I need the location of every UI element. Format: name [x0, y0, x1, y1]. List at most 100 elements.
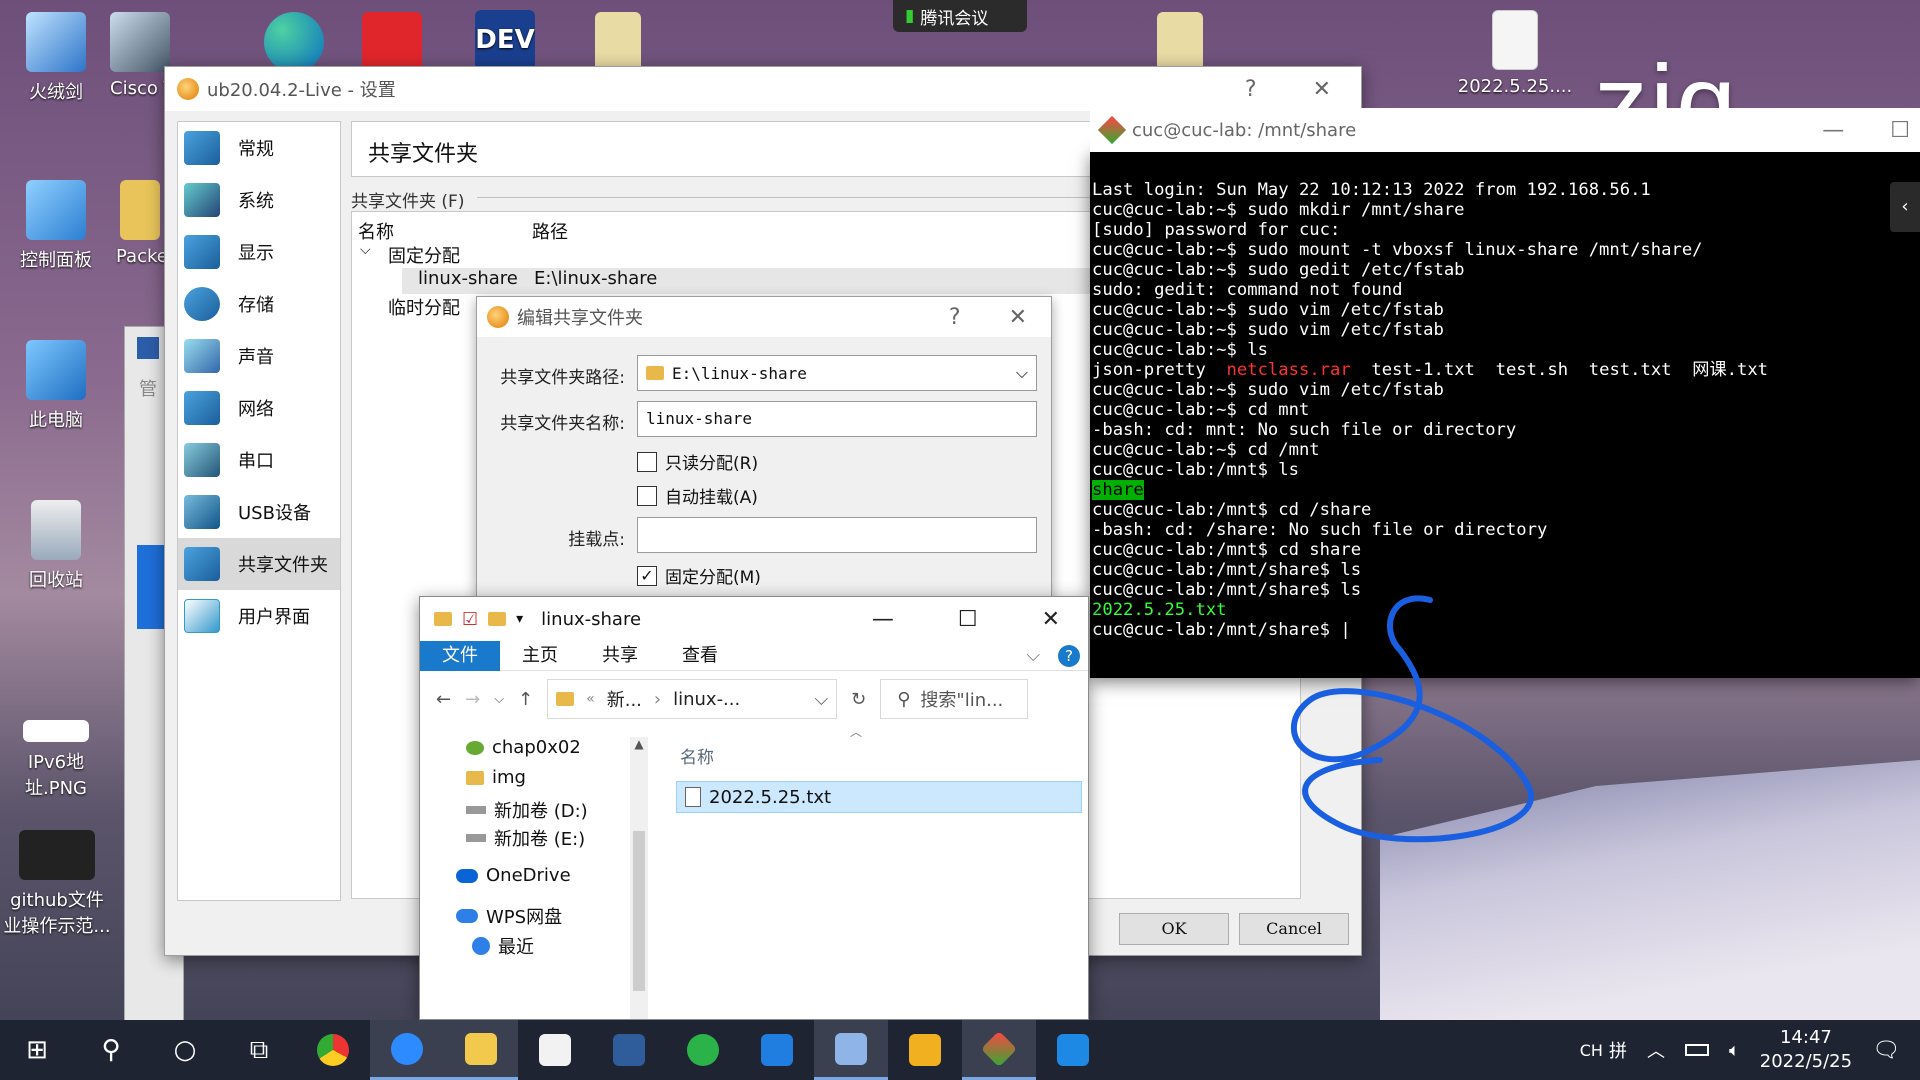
desktop-icon-recycle-bin[interactable]: 回收站 — [6, 500, 106, 592]
file-list[interactable]: 名称 ︿ 2022.5.25.txt — [660, 725, 1088, 1019]
tab-home[interactable]: 主页 — [500, 641, 580, 671]
automount-checkbox[interactable]: 自动挂载(A) — [637, 483, 758, 508]
ok-button[interactable]: OK — [1119, 913, 1229, 945]
nav-system[interactable]: 系统 — [178, 174, 340, 226]
properties-check-icon[interactable]: ☑ — [462, 609, 478, 630]
desktop-icon-this-pc[interactable]: 此电脑 — [6, 340, 106, 432]
nav-item-recent[interactable]: 最近 — [472, 933, 534, 959]
up-arrow-icon[interactable]: ↑ — [518, 689, 533, 710]
taskbar-vscode[interactable] — [1036, 1020, 1110, 1080]
desktop-icon-packet[interactable]: Packe — [116, 180, 164, 267]
nav-user-interface[interactable]: 用户界面 — [178, 590, 340, 642]
nav-item-chap0x02[interactable]: chap0x02 — [466, 737, 581, 758]
terminal-side-toggle[interactable]: ‹ — [1890, 182, 1920, 232]
folder-path-select[interactable]: E:\linux-share ⌵ — [637, 355, 1037, 391]
start-button[interactable]: ⊞ — [0, 1020, 74, 1080]
taskbar-tencent-meeting[interactable] — [370, 1020, 444, 1080]
file-row[interactable]: 2022.5.25.txt — [676, 781, 1082, 813]
close-button[interactable]: ✕ — [1042, 607, 1060, 632]
task-view-button[interactable]: ⧉ — [222, 1020, 296, 1080]
nav-item-drive-d[interactable]: 新加卷 (D:) — [466, 797, 588, 823]
col-name-header[interactable]: 名称 — [358, 218, 394, 244]
dialog-titlebar[interactable]: 编辑共享文件夹 ? ✕ — [477, 297, 1051, 337]
nav-usb[interactable]: USB设备 — [178, 486, 340, 538]
tab-view[interactable]: 查看 — [660, 641, 740, 671]
tab-share[interactable]: 共享 — [580, 641, 660, 671]
maximize-button[interactable]: ☐ — [958, 607, 978, 632]
cancel-button[interactable]: Cancel — [1239, 913, 1349, 945]
refresh-icon[interactable]: ↻ — [851, 689, 866, 710]
breadcrumb-2[interactable]: linux-... — [673, 689, 740, 710]
chevron-down-icon[interactable]: ⌵ — [1026, 645, 1040, 666]
col-name-header[interactable]: 名称 — [680, 743, 714, 768]
nav-shared-folders[interactable]: 共享文件夹 — [178, 538, 340, 590]
ime-indicator[interactable]: CH — [1580, 1041, 1603, 1060]
taskbar-git-bash[interactable] — [962, 1020, 1036, 1080]
taskbar-wechat[interactable] — [666, 1020, 740, 1080]
terminal-output[interactable]: Last login: Sun May 22 10:12:13 2022 fro… — [1090, 152, 1920, 640]
search-box[interactable]: ⚲ 搜索"lin... — [880, 679, 1029, 719]
scroll-up-icon[interactable]: ▲ — [630, 737, 648, 751]
back-arrow-icon[interactable]: ← — [436, 689, 451, 710]
desktop-icon-ipv6-png[interactable]: IPv6地址.PNG — [6, 700, 106, 800]
notification-icon[interactable]: 🗨︎ — [1872, 1038, 1900, 1063]
tray-expand-icon[interactable]: ︿ — [1647, 1037, 1665, 1063]
taskbar-chrome[interactable] — [296, 1020, 370, 1080]
edit-shared-folder-dialog[interactable]: 编辑共享文件夹 ? ✕ 共享文件夹路径: E:\linux-share ⌵ 共享… — [476, 296, 1052, 606]
chevron-down-icon[interactable]: ▾ — [516, 611, 523, 627]
taskbar-virtualbox[interactable] — [814, 1020, 888, 1080]
minimize-button[interactable]: — — [872, 607, 894, 632]
ime-mode[interactable]: 拼 — [1609, 1037, 1627, 1063]
chevron-down-icon[interactable]: ⌵ — [360, 242, 371, 258]
address-bar[interactable]: « 新... › linux-... ⌵ — [547, 679, 838, 719]
battery-icon[interactable] — [1684, 1044, 1709, 1056]
navigation-pane[interactable]: chap0x02 img 新加卷 (D:) 新加卷 (E:) OneDrive … — [420, 737, 656, 1019]
taskbar-photos[interactable] — [740, 1020, 814, 1080]
permanent-checkbox[interactable]: ✓ 固定分配(M) — [637, 563, 761, 588]
readonly-box[interactable] — [637, 451, 657, 472]
desktop-icon-txt[interactable]: 2022.5.25.... — [1455, 10, 1575, 97]
tab-file[interactable]: 文件 — [420, 640, 500, 671]
new-folder-icon[interactable] — [488, 612, 507, 626]
taskbar-wireshark[interactable] — [592, 1020, 666, 1080]
taskbar-packet-tracer[interactable] — [518, 1020, 592, 1080]
mountpoint-input[interactable] — [637, 517, 1037, 553]
nav-audio[interactable]: 声音 — [178, 330, 340, 382]
nav-display[interactable]: 显示 — [178, 226, 340, 278]
terminal-titlebar[interactable]: cuc@cuc-lab: /mnt/share — ☐ — [1090, 108, 1920, 152]
settings-titlebar[interactable]: ub20.04.2-Live - 设置 ? ✕ — [165, 67, 1361, 111]
meeting-indicator[interactable]: ▮ 腾讯会议 — [893, 0, 1027, 32]
nav-item-img[interactable]: img — [466, 767, 526, 788]
dialog-help-button[interactable]: ? — [949, 305, 961, 330]
help-button[interactable]: ? — [1245, 77, 1257, 102]
col-path-header[interactable]: 路径 — [532, 218, 568, 244]
chevron-down-icon[interactable]: ⌵ — [814, 689, 836, 710]
cortana-button[interactable]: ○ — [148, 1020, 222, 1080]
scroll-thumb[interactable] — [633, 831, 645, 991]
taskbar-file-explorer[interactable] — [444, 1020, 518, 1080]
search-button[interactable]: ⚲ — [74, 1020, 148, 1080]
nav-item-onedrive[interactable]: OneDrive — [456, 865, 571, 886]
minimize-button[interactable]: — — [1822, 118, 1844, 143]
file-explorer-window[interactable]: ☑ ▾ linux-share — ☐ ✕ 文件 主页 共享 查看 ⌵ ? ← … — [419, 596, 1089, 1020]
breadcrumb-1[interactable]: 新... — [607, 686, 642, 712]
close-button[interactable]: ✕ — [1313, 77, 1331, 102]
automount-box[interactable] — [637, 485, 657, 506]
nav-item-drive-e[interactable]: 新加卷 (E:) — [466, 825, 585, 851]
nav-serial[interactable]: 串口 — [178, 434, 340, 486]
nav-general[interactable]: 常规 — [178, 122, 340, 174]
nav-item-wps-drive[interactable]: WPS网盘 — [456, 903, 562, 929]
desktop-icon-huorong[interactable]: 火绒剑 — [6, 12, 106, 104]
desktop-icon-cisco[interactable]: Cisco Tra — [110, 12, 170, 99]
volume-icon[interactable]: 🔈︎ — [1729, 1040, 1740, 1061]
clock[interactable]: 14:47 2022/5/25 — [1760, 1026, 1852, 1074]
nav-network[interactable]: 网络 — [178, 382, 340, 434]
explorer-titlebar[interactable]: ☑ ▾ linux-share — ☐ ✕ — [420, 597, 1088, 641]
nav-scrollbar[interactable]: ▲ — [630, 737, 648, 1019]
dialog-close-button[interactable]: ✕ — [1009, 305, 1027, 330]
recent-dropdown-icon[interactable]: ⌵ — [494, 692, 504, 707]
chevron-down-icon[interactable]: ⌵ — [1016, 363, 1028, 383]
permanent-box[interactable]: ✓ — [637, 565, 657, 586]
taskbar-app-64[interactable] — [888, 1020, 962, 1080]
forward-arrow-icon[interactable]: → — [465, 689, 480, 710]
